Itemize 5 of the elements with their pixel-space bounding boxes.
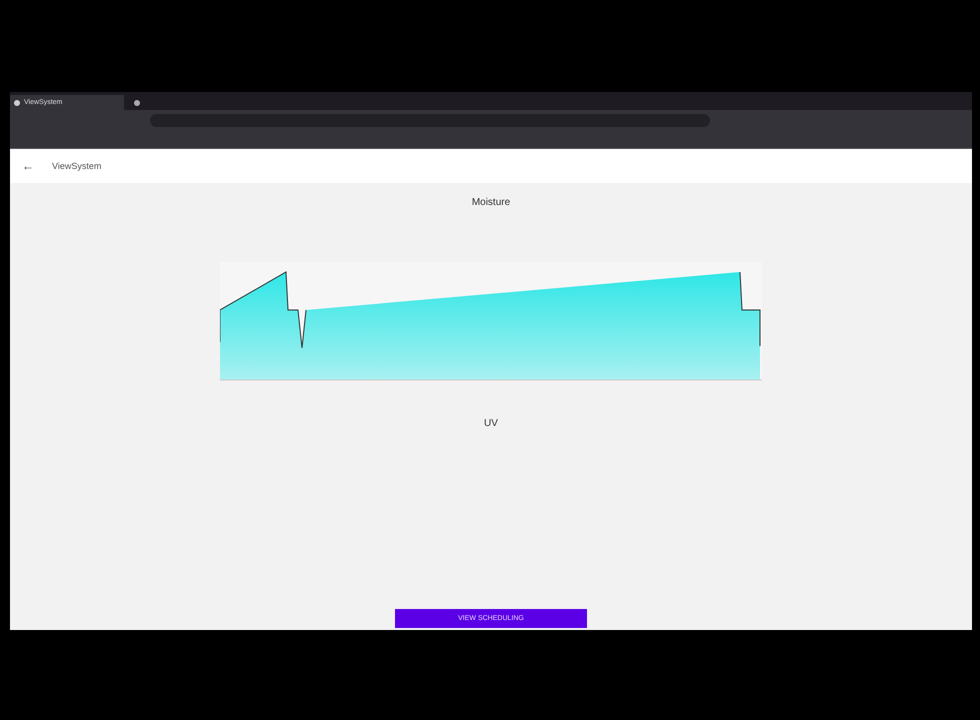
back-button[interactable]: ←	[18, 159, 38, 173]
tab-favicon-icon[interactable]	[134, 100, 140, 106]
page-title: ViewSystem	[52, 161, 102, 171]
chart-title: UV	[484, 418, 498, 429]
chart-title: Moisture	[472, 197, 510, 208]
